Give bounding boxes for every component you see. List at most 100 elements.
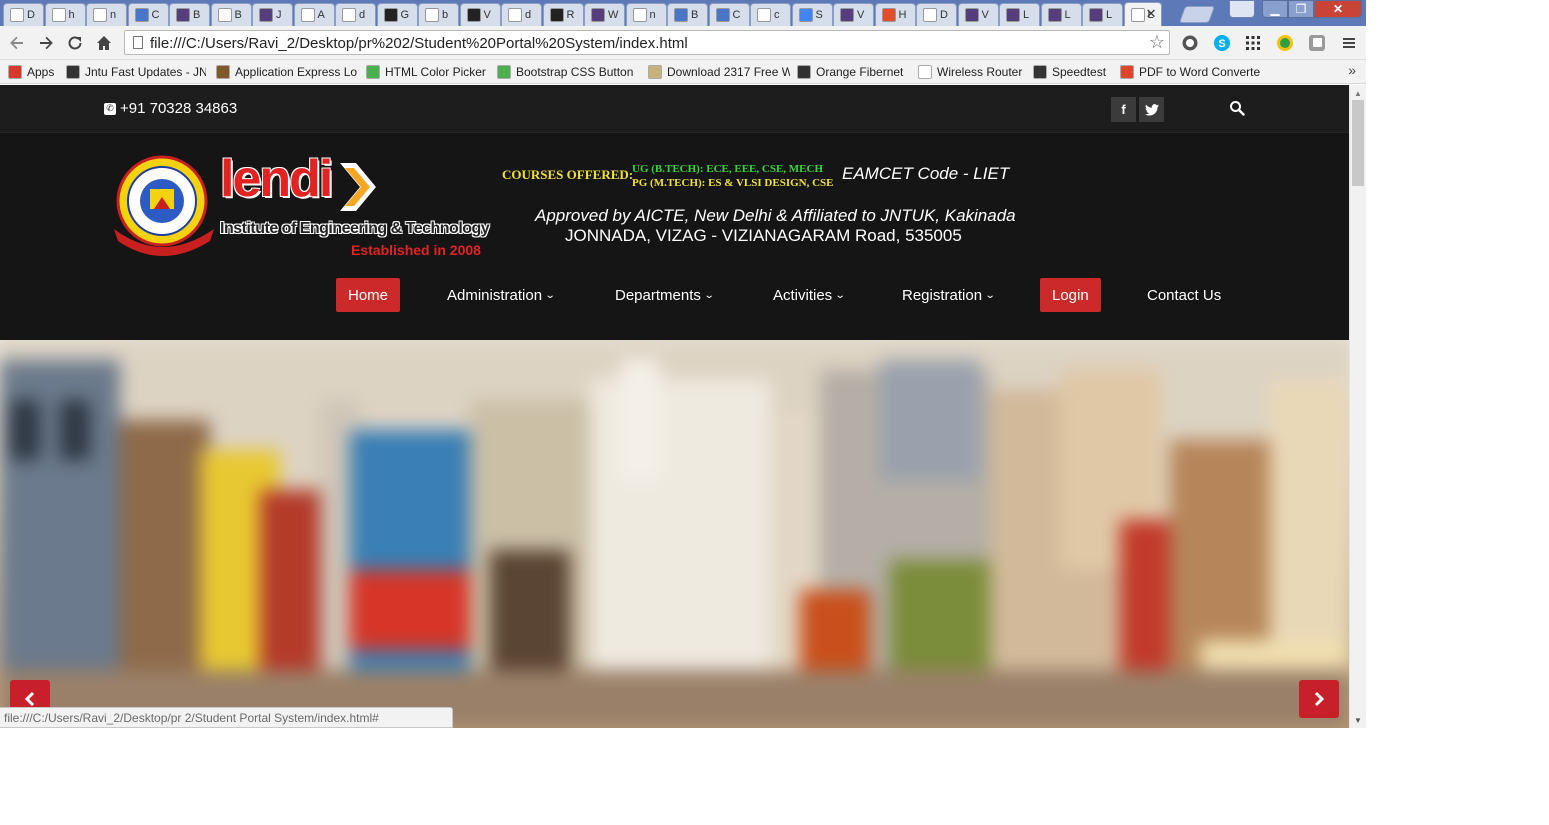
scroll-down-icon[interactable]: ▼ [1354, 716, 1362, 725]
skype-icon[interactable]: S [1212, 33, 1232, 53]
bookmark-item[interactable]: Speedtest [1033, 63, 1111, 81]
tab-close-icon[interactable]: ✕ [1146, 6, 1157, 22]
bookmark-item[interactable]: PDF to Word Converte [1120, 63, 1260, 81]
browser-tab[interactable]: n [625, 3, 667, 26]
browser-tab[interactable]: L [1040, 3, 1082, 26]
bookmark-item[interactable]: Download 2317 Free W [648, 63, 790, 81]
profile-button[interactable] [1229, 0, 1255, 18]
document-icon [217, 8, 232, 22]
browser-tab[interactable]: C [127, 3, 169, 26]
extension-ghostery-icon[interactable] [1180, 33, 1200, 53]
address-bar[interactable]: file:///C:/Users/Ravi_2/Desktop/pr%202/S… [124, 30, 1170, 55]
page-scrollbar[interactable]: ▲ ▼ [1349, 85, 1366, 728]
carousel-next-button[interactable] [1299, 680, 1339, 718]
extension-gray-icon[interactable] [1307, 33, 1327, 53]
browser-tab[interactable]: c [750, 3, 791, 26]
browser-tab[interactable]: b [418, 3, 459, 26]
pdf-icon [1120, 65, 1134, 79]
bookmark-item[interactable]: Application Express Lo [216, 63, 358, 81]
nav-home[interactable]: Home [336, 278, 401, 312]
bookmark-item[interactable]: Bootstrap CSS Button [497, 63, 637, 81]
browser-tab[interactable]: L ✕ [1123, 2, 1162, 26]
nav-departments[interactable]: Departments ⌄ [615, 278, 715, 312]
tab-title: n [649, 9, 656, 21]
home-icon [97, 36, 111, 50]
tab-title: B [234, 9, 242, 21]
browser-window: Dh n C B B J Ad Gb Vd R Wn B Cc S V H D V L L L L ✕ ▁ ❐ ✕ file… [0, 0, 1366, 728]
tab-title: V [483, 9, 491, 21]
scrollbar-thumb[interactable] [1352, 100, 1364, 186]
tab-title: C [732, 9, 741, 21]
college-brand[interactable]: lendi Institute of Engineering & Technol… [218, 150, 490, 265]
browser-tab[interactable]: H [874, 3, 916, 26]
chevron-down-icon: ⌄ [984, 289, 996, 301]
browser-tab[interactable]: G [376, 3, 418, 26]
tab-title: B [193, 9, 201, 21]
scroll-up-icon[interactable]: ▲ [1354, 89, 1362, 98]
browser-tab[interactable]: h [44, 3, 86, 26]
browser-tab[interactable]: D [3, 3, 44, 26]
tab-title: n [110, 9, 117, 21]
browser-tab[interactable]: V [957, 3, 999, 26]
nav-administration[interactable]: Administration ⌄ [447, 278, 556, 312]
nav-label: Home [348, 286, 389, 304]
back-button[interactable] [6, 32, 28, 54]
browser-tab[interactable]: D [916, 3, 957, 26]
reload-button[interactable] [64, 32, 86, 54]
tab-title: V [981, 9, 989, 21]
extension-green-icon[interactable] [1275, 33, 1295, 53]
bookmark-item[interactable]: HTML Color Picker [366, 63, 488, 81]
browser-tab[interactable]: B [169, 3, 210, 26]
search-icon[interactable] [1229, 100, 1247, 118]
phone-number: +91 70328 34863 [120, 100, 238, 117]
nav-contact-us[interactable]: Contact Us [1147, 278, 1221, 312]
browser-toolbar: file:///C:/Users/Ravi_2/Desktop/pr%202/S… [0, 26, 1366, 60]
hero-carousel-image [0, 340, 1349, 728]
maximize-button[interactable]: ❐ [1288, 0, 1314, 18]
twitter-icon[interactable] [1139, 97, 1164, 122]
minimize-button[interactable]: ▁ [1262, 0, 1288, 18]
bookmark-label: Speedtest [1052, 65, 1107, 79]
apps-grid-icon[interactable] [1243, 33, 1263, 53]
bookmark-label: Apps [27, 65, 55, 79]
bookmark-star-icon[interactable]: ☆ [1149, 32, 1165, 53]
browser-tab[interactable]: n [86, 3, 127, 26]
browser-tab[interactable]: d [335, 3, 376, 26]
folder-icon [648, 65, 662, 79]
link-status-bubble: file:///C:/Users/Ravi_2/Desktop/pr 2/Stu… [0, 707, 453, 728]
browser-tab[interactable]: L [1082, 3, 1123, 26]
browser-tab[interactable]: S [791, 3, 833, 26]
bookmark-item[interactable]: Jntu Fast Updates - JN [66, 63, 206, 81]
tab-title: V [857, 9, 865, 21]
nav-registration[interactable]: Registration ⌄ [902, 278, 996, 312]
facebook-icon[interactable]: f [1111, 97, 1136, 122]
browser-tab[interactable]: V [833, 3, 874, 26]
bookmark-item[interactable]: Wireless Router [918, 63, 1024, 81]
college-seal-logo[interactable] [110, 153, 220, 257]
bookmark-item[interactable]: Apps [8, 63, 60, 81]
nav-activities[interactable]: Activities ⌄ [773, 278, 846, 312]
brand-established: Established in 2008 [351, 242, 481, 258]
browser-tab[interactable]: C [708, 3, 750, 26]
forward-button[interactable] [35, 32, 57, 54]
browser-tab[interactable]: J [252, 3, 293, 26]
bookmarks-overflow-icon[interactable]: » [1348, 62, 1356, 78]
orange-fibernet-icon [797, 65, 811, 79]
new-tab-button[interactable] [1178, 6, 1216, 23]
nav-login[interactable]: Login [1040, 278, 1101, 312]
home-button[interactable] [93, 32, 115, 54]
close-window-button[interactable]: ✕ [1314, 0, 1362, 18]
browser-tab[interactable]: L [999, 3, 1040, 26]
bootstrap-icon [591, 8, 605, 22]
bootstrap-icon [1006, 8, 1020, 22]
document-icon [10, 8, 24, 22]
browser-tab[interactable]: V [459, 3, 501, 26]
browser-tab[interactable]: d [501, 3, 542, 26]
browser-tab[interactable]: R [542, 3, 584, 26]
bookmark-item[interactable]: Orange Fibernet [797, 63, 909, 81]
browser-tab[interactable]: A [293, 3, 335, 26]
browser-tab[interactable]: W [584, 3, 625, 26]
chrome-menu-icon[interactable] [1339, 33, 1359, 53]
browser-tab[interactable]: B [667, 3, 708, 26]
browser-tab[interactable]: B [210, 3, 252, 26]
